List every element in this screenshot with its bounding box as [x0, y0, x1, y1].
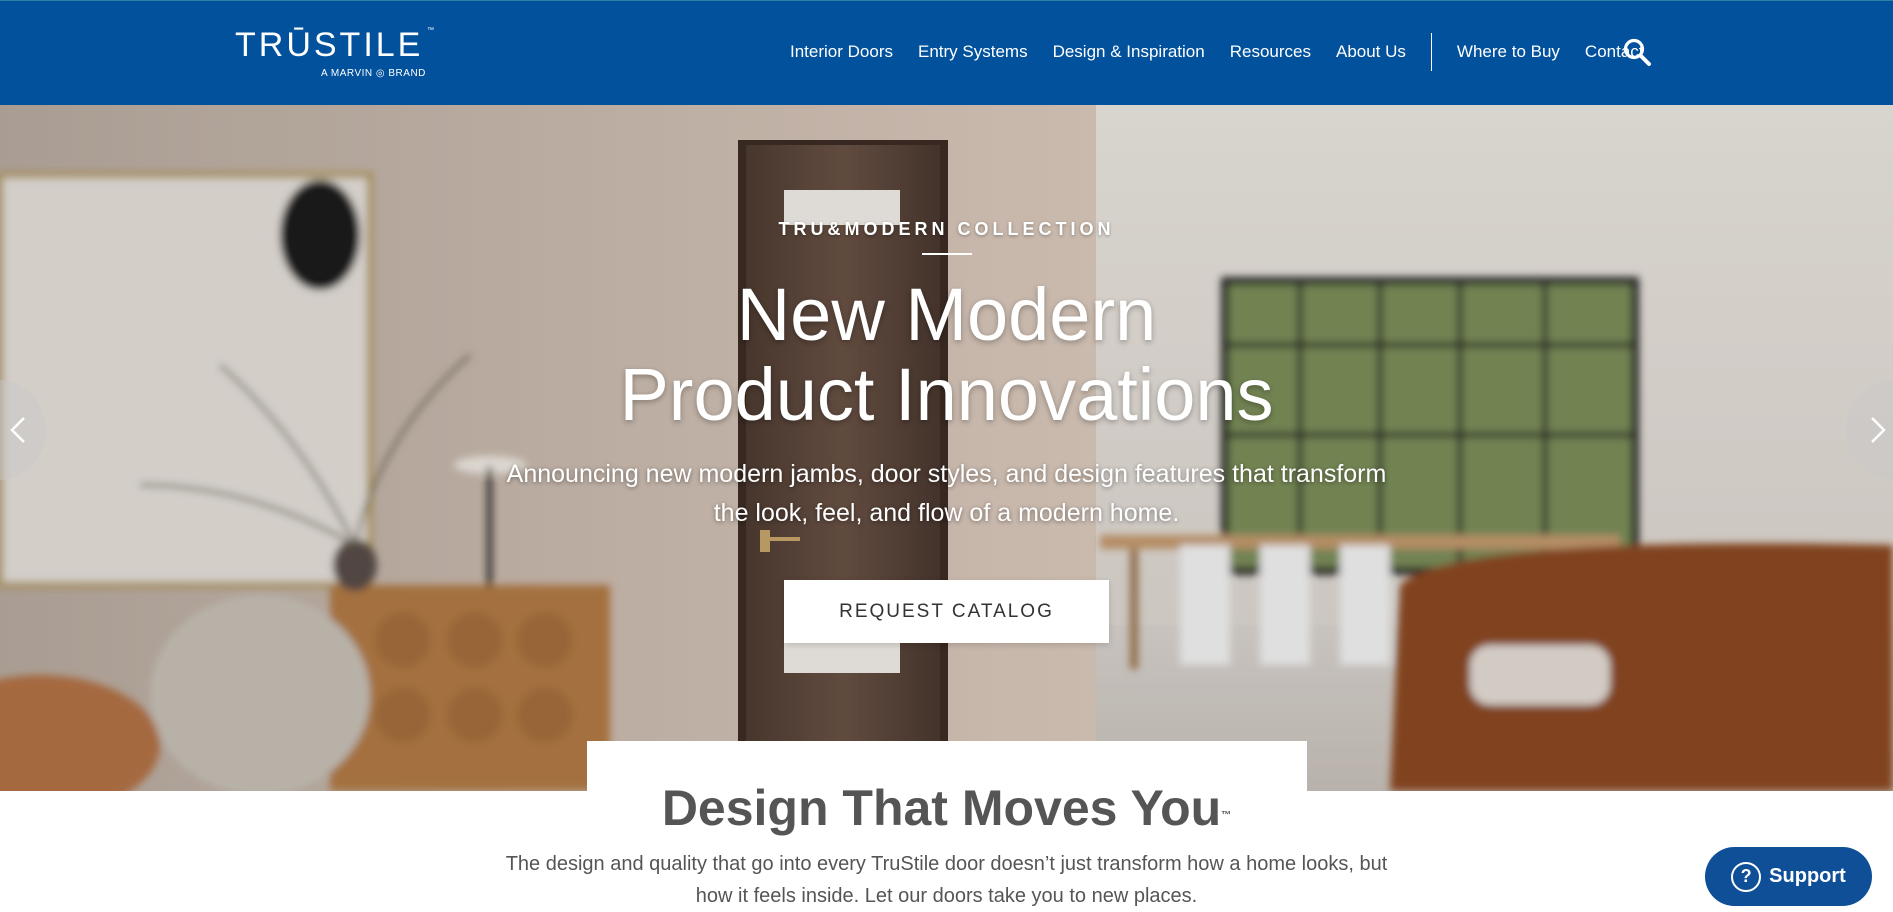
- section-body-line-2: how it feels inside. Let our doors take …: [695, 885, 1198, 907]
- hero-subtitle: Announcing new modern jambs, door styles…: [470, 455, 1423, 533]
- logo-wordmark: TRŪSTILE: [235, 26, 424, 64]
- search-icon[interactable]: [1622, 37, 1652, 67]
- nav-divider: [1430, 33, 1432, 71]
- hero-eyebrow: TRU&MODERN COLLECTION: [778, 219, 1115, 239]
- nav-resources[interactable]: Resources: [1230, 42, 1311, 62]
- nav-design-inspiration[interactable]: Design & Inspiration: [1053, 42, 1205, 62]
- logo-tagline: A MARVIN ◎ BRAND: [321, 68, 426, 79]
- section-title: Design That Moves You™: [0, 780, 1893, 836]
- hero-overlay: [0, 105, 1893, 791]
- hero-title-line-1: New Modern: [736, 273, 1157, 356]
- section-body-line-1: The design and quality that go into ever…: [505, 853, 1388, 875]
- support-label: Support: [1769, 865, 1846, 887]
- hero-subtitle-line-1: Announcing new modern jambs, door styles…: [506, 460, 1387, 488]
- logo-trademark: ™: [427, 27, 434, 34]
- request-catalog-button[interactable]: REQUEST CATALOG: [784, 580, 1109, 643]
- hero-subtitle-line-2: the look, feel, and flow of a modern hom…: [713, 499, 1180, 527]
- chevron-left-icon: [10, 417, 25, 443]
- hero-carousel: TRU&MODERN COLLECTION New Modern Product…: [0, 105, 1893, 791]
- hero-title: New Modern Product Innovations: [0, 275, 1893, 435]
- nav-where-to-buy[interactable]: Where to Buy: [1457, 42, 1560, 62]
- nav-about-us[interactable]: About Us: [1336, 42, 1406, 62]
- section-title-trademark: ™: [1221, 810, 1232, 821]
- section-body: The design and quality that go into ever…: [490, 848, 1403, 912]
- question-icon: ?: [1731, 861, 1762, 892]
- chevron-right-icon: [1871, 417, 1886, 443]
- section-title-text: Design That Moves You: [661, 780, 1222, 836]
- site-header: TRŪSTILE ™ A MARVIN ◎ BRAND Interior Doo…: [0, 0, 1893, 105]
- nav-interior-doors[interactable]: Interior Doors: [790, 42, 893, 62]
- main-nav: Interior Doors Entry Systems Design & In…: [790, 33, 1644, 71]
- support-button[interactable]: ? Support: [1705, 847, 1872, 906]
- trustile-logo[interactable]: TRŪSTILE ™ A MARVIN ◎ BRAND: [235, 25, 435, 85]
- hero-title-line-2: Product Innovations: [619, 353, 1274, 436]
- nav-entry-systems[interactable]: Entry Systems: [918, 42, 1028, 62]
- hero-eyebrow-rule: [922, 253, 972, 255]
